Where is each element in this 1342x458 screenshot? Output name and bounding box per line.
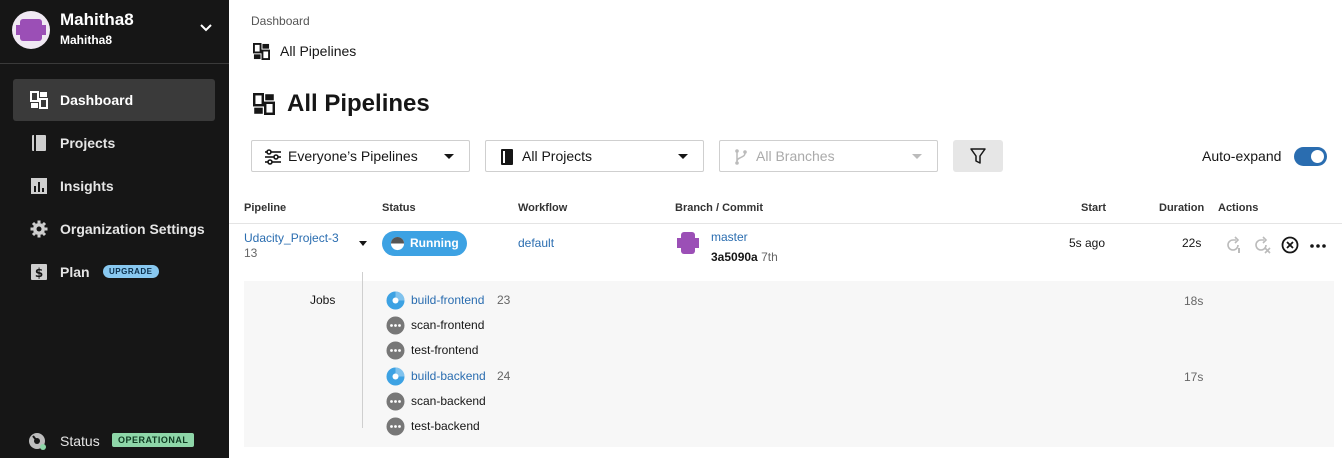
- dashboard-icon: [253, 93, 275, 115]
- bar-chart-icon: [31, 178, 47, 194]
- sliders-icon: [265, 149, 281, 165]
- projects-filter-value: All Projects: [522, 148, 593, 164]
- job-waiting-icon: [386, 392, 405, 411]
- column-header-start: Start: [1081, 202, 1107, 214]
- branches-filter-value: All Branches: [756, 148, 835, 164]
- job-running-icon: [386, 291, 405, 310]
- sidebar-item-organization-settings[interactable]: Organization Settings: [13, 208, 215, 250]
- status-label: Status: [60, 433, 100, 449]
- pipelines-filter-value: Everyone’s Pipelines: [288, 148, 418, 164]
- sidebar-item-dashboard[interactable]: Dashboard: [13, 79, 215, 121]
- jobs-panel: [244, 281, 1334, 447]
- caret-down-icon: [678, 154, 688, 159]
- rerun-icon[interactable]: [1224, 236, 1242, 254]
- commit-info: 3a5090a 7th: [711, 250, 778, 264]
- column-header-workflow: Workflow: [518, 202, 568, 214]
- jobs-tree-line: [362, 272, 363, 428]
- running-icon: [390, 236, 405, 251]
- start-time: 5s ago: [1069, 236, 1106, 250]
- more-options-icon[interactable]: [1309, 236, 1327, 254]
- job-name: scan-frontend: [411, 318, 485, 332]
- job-duration: 18s: [1184, 294, 1204, 308]
- page-title: All Pipelines: [253, 90, 430, 118]
- sidebar-divider: [0, 63, 229, 64]
- status-badge[interactable]: Running: [382, 231, 467, 256]
- dashboard-icon: [253, 42, 270, 60]
- page-title-text: All Pipelines: [287, 90, 430, 117]
- avatar: [677, 232, 699, 254]
- caret-down-icon: [912, 154, 922, 159]
- header-divider: [229, 223, 1342, 224]
- job-waiting-icon: [386, 341, 405, 360]
- cancel-icon[interactable]: [1281, 236, 1299, 254]
- book-icon: [501, 149, 513, 165]
- job-name: test-backend: [411, 419, 480, 433]
- job-name: scan-backend: [411, 394, 486, 408]
- sidebar: Mahitha8 Mahitha8 Dashboard Projects Ins…: [0, 0, 229, 458]
- column-header-branch-commit: Branch / Commit: [675, 202, 764, 214]
- column-header-duration: Duration: [1159, 202, 1205, 214]
- jobs-label: Jobs: [310, 293, 336, 307]
- column-header-pipeline: Pipeline: [244, 202, 287, 214]
- org-switcher[interactable]: Mahitha8 Mahitha8: [0, 0, 229, 60]
- sidebar-item-label: Dashboard: [60, 92, 134, 108]
- sidebar-item-projects[interactable]: Projects: [13, 122, 215, 164]
- org-subname: Mahitha8: [60, 33, 113, 47]
- system-status[interactable]: Status OPERATIONAL: [28, 430, 228, 452]
- breadcrumb: All Pipelines: [253, 42, 356, 60]
- sidebar-item-label: Organization Settings: [60, 221, 205, 237]
- projects-filter-select[interactable]: All Projects: [485, 140, 704, 172]
- operational-badge: OPERATIONAL: [112, 433, 195, 447]
- job-running-icon: [386, 367, 405, 386]
- breadcrumb-root[interactable]: Dashboard: [251, 14, 310, 28]
- breadcrumb-current: All Pipelines: [280, 43, 357, 59]
- column-header-status: Status: [382, 202, 416, 214]
- job-name: test-frontend: [411, 343, 479, 357]
- dollar-icon: $: [31, 264, 47, 280]
- job-waiting-icon: [386, 417, 405, 436]
- workflow-link[interactable]: default: [518, 236, 554, 250]
- upgrade-badge[interactable]: UPGRADE: [103, 265, 159, 278]
- gear-icon: [30, 220, 48, 238]
- org-name: Mahitha8: [60, 10, 134, 29]
- sidebar-item-label: Projects: [60, 135, 116, 151]
- branches-filter-select[interactable]: All Branches: [719, 140, 938, 172]
- auto-expand-toggle[interactable]: [1294, 147, 1327, 166]
- expand-caret-icon[interactable]: [359, 241, 367, 246]
- sidebar-item-plan[interactable]: $ Plan UPGRADE: [13, 251, 215, 293]
- pipeline-name[interactable]: Udacity_Project-3: [244, 231, 339, 245]
- filter-button[interactable]: [953, 140, 1003, 172]
- commit-suffix: 7th: [761, 250, 778, 264]
- gauge-icon: [29, 433, 46, 450]
- pipelines-filter-select[interactable]: Everyone’s Pipelines: [251, 140, 470, 172]
- sidebar-item-insights[interactable]: Insights: [13, 165, 215, 207]
- branch-icon: [735, 149, 747, 165]
- chevron-down-icon[interactable]: [198, 20, 214, 36]
- filter-icon: [970, 148, 986, 164]
- status-label: Running: [410, 236, 459, 250]
- job-number: 23: [497, 293, 511, 307]
- job-number: 24: [497, 369, 511, 383]
- column-header-actions: Actions: [1218, 202, 1259, 214]
- job-name[interactable]: build-frontend: [411, 293, 484, 307]
- commit-hash[interactable]: 3a5090a: [711, 250, 758, 264]
- caret-down-icon: [444, 154, 454, 159]
- pipeline-duration: 22s: [1182, 236, 1202, 250]
- pipeline-number: 13: [244, 246, 258, 260]
- dashboard-icon: [30, 91, 48, 109]
- rerun-failed-icon[interactable]: [1253, 236, 1271, 254]
- org-avatar: [12, 11, 50, 49]
- job-duration: 17s: [1184, 370, 1204, 384]
- auto-expand-label: Auto-expand: [1202, 148, 1282, 164]
- branch-link[interactable]: master: [711, 230, 748, 244]
- sidebar-item-label: Plan: [60, 264, 90, 280]
- svg-text:$: $: [35, 266, 43, 280]
- sidebar-item-label: Insights: [60, 178, 114, 194]
- job-waiting-icon: [386, 316, 405, 335]
- job-name[interactable]: build-backend: [411, 369, 486, 383]
- book-icon: [32, 135, 46, 151]
- pipeline-link[interactable]: Udacity_Project-3 13: [244, 231, 344, 261]
